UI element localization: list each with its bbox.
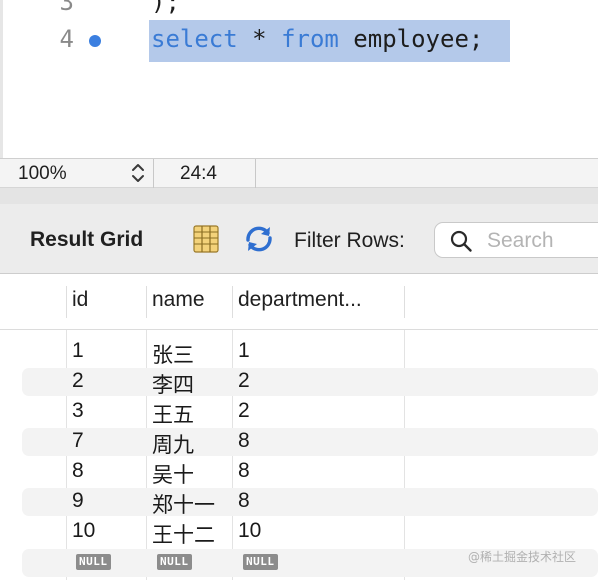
- null-badge[interactable]: NULL: [157, 554, 192, 570]
- filter-search-box[interactable]: [434, 222, 598, 258]
- code-text: select * from employee;: [151, 25, 483, 53]
- cell-id[interactable]: 10: [72, 519, 95, 543]
- cell-name[interactable]: 张三: [152, 339, 194, 369]
- column-header-id[interactable]: id: [72, 288, 88, 312]
- column-header-name[interactable]: name: [152, 288, 205, 312]
- code-line-3[interactable]: 3 );: [0, 0, 598, 22]
- table-identifier: employee;: [338, 25, 484, 53]
- cell-department[interactable]: 1: [238, 339, 250, 363]
- cell-department[interactable]: 2: [238, 369, 250, 393]
- cell-department[interactable]: 8: [238, 489, 250, 513]
- column-separator[interactable]: [146, 286, 147, 318]
- cell-id[interactable]: 2: [72, 369, 84, 393]
- cursor-position: 24:4: [180, 163, 217, 184]
- cell-name[interactable]: 王十二: [152, 519, 215, 549]
- cell-department[interactable]: 10: [238, 519, 261, 543]
- line-number: 4: [59, 25, 74, 53]
- cell-department[interactable]: 2: [238, 399, 250, 423]
- cell-id[interactable]: 8: [72, 459, 84, 483]
- cell-name[interactable]: 郑十一: [152, 489, 215, 519]
- cell-id[interactable]: 9: [72, 489, 84, 513]
- table-row[interactable]: 3 王五 2: [0, 397, 598, 427]
- code-line-4[interactable]: 4 select * from employee;: [0, 21, 598, 61]
- cell-name[interactable]: 周九: [152, 429, 194, 459]
- zoom-stepper-icon[interactable]: [128, 161, 148, 185]
- keyword-from: from: [281, 25, 339, 53]
- table-row[interactable]: 2 李四 2: [0, 367, 598, 397]
- column-separator[interactable]: [404, 286, 405, 318]
- watermark: @稀土掘金技术社区: [468, 550, 577, 564]
- filter-rows-label: Filter Rows:: [294, 229, 405, 252]
- table-row[interactable]: 7 周九 8: [0, 427, 598, 457]
- search-icon: [450, 230, 472, 252]
- cell-department[interactable]: 8: [238, 459, 250, 483]
- editor-status-bar: 100% 24:4: [0, 158, 598, 189]
- table-row[interactable]: 1 张三 1: [0, 337, 598, 367]
- result-grid-label: Result Grid: [30, 228, 144, 251]
- cell-id[interactable]: 3: [72, 399, 84, 423]
- sql-editor[interactable]: 3 ); 4 select * from employee;: [0, 0, 598, 158]
- operator: *: [237, 25, 282, 53]
- line-number: 3: [59, 0, 74, 16]
- null-badge[interactable]: NULL: [243, 554, 278, 570]
- cell-department[interactable]: 8: [238, 429, 250, 453]
- keyword-select: select: [151, 25, 238, 53]
- cell-id[interactable]: 7: [72, 429, 84, 453]
- cell-name[interactable]: 吴十: [152, 459, 194, 489]
- table-row[interactable]: 9 郑十一 8: [0, 487, 598, 517]
- current-statement-dot-icon[interactable]: [89, 35, 101, 47]
- cell-id[interactable]: 1: [72, 339, 84, 363]
- column-separator[interactable]: [66, 286, 67, 318]
- grid-header: id name department...: [0, 274, 598, 330]
- status-divider: [255, 159, 256, 189]
- refresh-icon[interactable]: [242, 224, 276, 254]
- search-input[interactable]: [485, 227, 598, 255]
- column-header-department[interactable]: department...: [238, 288, 362, 312]
- cell-name[interactable]: 王五: [152, 399, 194, 429]
- code-text: );: [151, 0, 180, 16]
- zoom-level[interactable]: 100%: [18, 163, 67, 185]
- result-toolbar: Result Grid Filter Rows:: [0, 204, 598, 274]
- row-stripe: [22, 368, 598, 396]
- panel-splitter[interactable]: [0, 188, 598, 204]
- column-separator[interactable]: [232, 286, 233, 318]
- grid-view-icon[interactable]: [192, 224, 220, 254]
- null-badge[interactable]: NULL: [76, 554, 111, 570]
- row-stripe: [22, 428, 598, 456]
- row-stripe: [22, 488, 598, 516]
- status-divider: [153, 159, 154, 189]
- table-row[interactable]: 8 吴十 8: [0, 457, 598, 487]
- table-row[interactable]: 10 王十二 10: [0, 517, 598, 547]
- result-grid[interactable]: id name department... 1 张三 1 2 李四 2 3 王五…: [0, 274, 598, 580]
- cell-name[interactable]: 李四: [152, 369, 194, 399]
